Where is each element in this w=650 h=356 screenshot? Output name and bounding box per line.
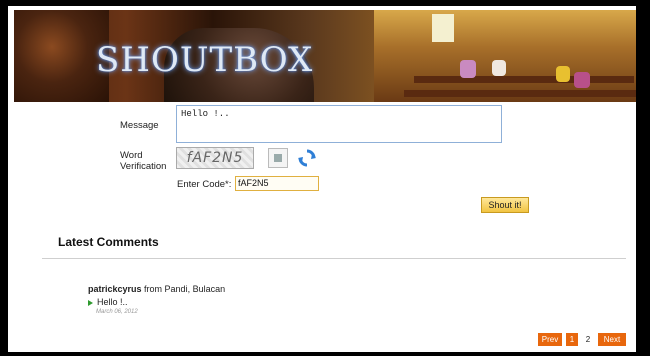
code-input[interactable]: fAF2N5 <box>235 176 319 191</box>
comment-text: Hello !.. <box>97 297 128 307</box>
enter-code-label: Enter Code*: <box>177 179 232 190</box>
comment-author-line: patrickcyrus from Pandi, Bulacan <box>88 284 225 294</box>
audio-captcha-icon[interactable] <box>268 148 288 168</box>
banner-person <box>492 60 506 76</box>
latest-comments-heading: Latest Comments <box>58 235 159 249</box>
current-page-2: 2 <box>582 333 594 346</box>
shout-it-button[interactable]: Shout it! <box>481 197 529 213</box>
comment-author[interactable]: patrickcyrus <box>88 284 142 294</box>
message-label: Message <box>120 120 159 131</box>
shoutbox-banner: SHOUTBOX <box>14 10 636 102</box>
banner-pew <box>414 76 634 83</box>
banner-window <box>432 14 454 42</box>
banner-wood-texture <box>14 10 109 102</box>
word-verification-label: Word Verification <box>120 150 166 172</box>
captcha-image: fAF2N5 <box>176 147 254 169</box>
next-page-button[interactable]: Next <box>598 333 626 346</box>
word-verification-line2: Verification <box>120 161 167 172</box>
section-divider <box>42 258 626 259</box>
banner-person <box>460 60 476 78</box>
banner-title: SHOUTBOX <box>96 40 314 80</box>
message-textarea[interactable]: Hello !.. <box>176 105 502 143</box>
word-verification-line1: Word <box>120 150 143 161</box>
banner-pew <box>404 90 636 97</box>
banner-church-photo <box>374 10 636 102</box>
banner-person <box>574 72 590 88</box>
comment-body: Hello !.. <box>88 297 128 307</box>
page-1-button[interactable]: 1 <box>566 333 578 346</box>
refresh-captcha-icon[interactable] <box>297 148 317 168</box>
prev-page-button[interactable]: Prev <box>538 333 562 346</box>
comment-location: from Pandi, Bulacan <box>144 284 226 294</box>
banner-person <box>556 66 570 82</box>
comment-date: March 06, 2012 <box>96 309 138 315</box>
green-arrow-icon <box>88 297 97 307</box>
